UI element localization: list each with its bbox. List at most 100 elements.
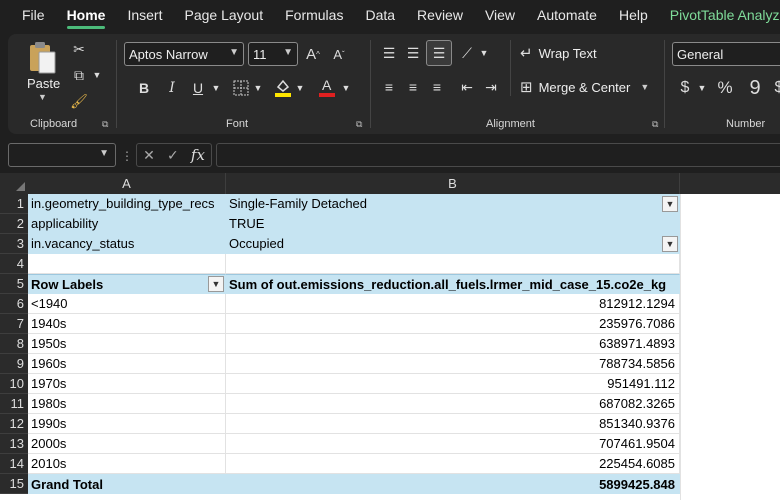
grand-total-label[interactable]: Grand Total — [28, 474, 226, 494]
row-label-cell[interactable]: 1970s — [28, 374, 226, 394]
row-header[interactable]: 2 — [0, 214, 28, 234]
underline-chevron-icon[interactable]: ▼ — [210, 76, 222, 100]
decrease-font-icon[interactable]: Aˇ — [328, 42, 350, 66]
format-painter-icon[interactable]: 🖌 — [68, 90, 90, 112]
bold-icon[interactable]: B — [134, 76, 154, 100]
select-all-button[interactable] — [0, 173, 28, 194]
formula-input[interactable] — [216, 143, 780, 167]
cancel-icon[interactable]: ✕ — [143, 147, 155, 164]
value-cell[interactable]: 638971.4893 — [226, 334, 680, 354]
merge-center-button[interactable]: ⊞ Merge & Center ▼ — [520, 78, 649, 96]
tab-insert[interactable]: Insert — [127, 7, 162, 23]
value-cell[interactable]: 788734.5856 — [226, 354, 680, 374]
column-header-b[interactable]: B — [226, 173, 680, 194]
row-labels-header[interactable]: Row Labels — [28, 274, 226, 294]
filter-icon[interactable]: ▼ — [662, 236, 678, 252]
paste-chevron-icon[interactable]: ▼ — [38, 92, 47, 102]
value-cell[interactable]: 707461.9504 — [226, 434, 680, 454]
row-label-cell[interactable]: 1950s — [28, 334, 226, 354]
tab-data[interactable]: Data — [365, 7, 395, 23]
row-header[interactable]: 11 — [0, 394, 28, 414]
orientation-chevron-icon[interactable]: ▼ — [478, 42, 490, 64]
filter-field-cell[interactable]: applicability — [28, 214, 226, 234]
align-right-icon[interactable]: ≡ — [426, 76, 448, 98]
tab-home[interactable]: Home — [66, 7, 105, 29]
filter-value-cell[interactable]: TRUE — [226, 214, 680, 234]
fill-color-icon[interactable] — [272, 74, 294, 100]
underline-icon[interactable]: U — [188, 76, 208, 100]
decrease-indent-icon[interactable]: ⇤ — [456, 76, 478, 98]
font-color-icon[interactable]: A — [316, 74, 338, 100]
font-color-chevron-icon[interactable]: ▼ — [340, 76, 352, 100]
row-label-cell[interactable]: 2010s — [28, 454, 226, 474]
wrap-text-button[interactable]: ↵ Wrap Text — [520, 44, 597, 62]
enter-icon[interactable]: ✓ — [167, 147, 179, 164]
tab-file[interactable]: File — [22, 7, 45, 23]
font-family-select[interactable]: Aptos Narrow ▼ — [124, 42, 244, 66]
borders-icon[interactable] — [230, 76, 252, 100]
align-center-icon[interactable]: ≡ — [402, 76, 424, 98]
increase-font-icon[interactable]: A ^ — [302, 42, 324, 66]
filter-value-cell[interactable]: Single-Family Detached — [226, 194, 680, 214]
alignment-launcher-icon[interactable]: ⧉ — [652, 119, 662, 129]
value-cell[interactable]: 225454.6085 — [226, 454, 680, 474]
align-top-icon[interactable]: ☰ — [378, 42, 400, 64]
paste-button[interactable] — [22, 38, 62, 78]
tab-help[interactable]: Help — [619, 7, 648, 23]
orientation-icon[interactable]: ⟋ — [456, 42, 478, 64]
filter-field-cell[interactable]: in.geometry_building_type_recs — [28, 194, 226, 214]
comma-style-icon[interactable]: 9 — [744, 76, 766, 100]
tab-pivottable-analyze[interactable]: PivotTable Analyze — [670, 7, 780, 23]
align-bottom-icon[interactable]: ☰ — [426, 40, 452, 66]
tab-formulas[interactable]: Formulas — [285, 7, 343, 23]
grand-total-value[interactable]: 5899425.848 — [226, 474, 680, 494]
borders-chevron-icon[interactable]: ▼ — [252, 76, 264, 100]
row-header[interactable]: 12 — [0, 414, 28, 434]
row-header[interactable]: 6 — [0, 294, 28, 314]
row-label-cell[interactable]: 1990s — [28, 414, 226, 434]
tab-view[interactable]: View — [485, 7, 515, 23]
cut-icon[interactable]: ✂ — [68, 38, 90, 60]
row-labels-dropdown-icon[interactable]: ▼ — [208, 276, 224, 292]
row-label-cell[interactable]: 2000s — [28, 434, 226, 454]
fill-chevron-icon[interactable]: ▼ — [294, 76, 306, 100]
empty-column[interactable] — [680, 194, 780, 500]
tab-automate[interactable]: Automate — [537, 7, 597, 23]
currency-icon[interactable]: $ — [674, 76, 696, 100]
filter-field-cell[interactable]: in.vacancy_status — [28, 234, 226, 254]
merge-chevron-icon[interactable]: ▼ — [640, 82, 649, 92]
font-size-select[interactable]: 11 ▼ — [248, 42, 298, 66]
empty-cell[interactable] — [226, 254, 680, 274]
row-header[interactable]: 1 — [0, 194, 28, 214]
row-header[interactable]: 10 — [0, 374, 28, 394]
row-label-cell[interactable]: 1940s — [28, 314, 226, 334]
percent-icon[interactable]: % — [714, 76, 736, 100]
column-header-a[interactable]: A — [28, 173, 226, 194]
increase-indent-icon[interactable]: ⇥ — [480, 76, 502, 98]
row-header[interactable]: 13 — [0, 434, 28, 454]
font-launcher-icon[interactable]: ⧉ — [356, 119, 366, 129]
more-options-icon[interactable]: ⋮ — [121, 149, 133, 163]
value-header[interactable]: Sum of out.emissions_reduction.all_fuels… — [226, 274, 680, 294]
row-header[interactable]: 7 — [0, 314, 28, 334]
row-header[interactable]: 14 — [0, 454, 28, 474]
row-header[interactable]: 9 — [0, 354, 28, 374]
copy-chevron-icon[interactable]: ▼ — [90, 64, 104, 86]
row-header[interactable]: 4 — [0, 254, 28, 274]
italic-icon[interactable]: I — [162, 76, 182, 100]
row-header[interactable]: 8 — [0, 334, 28, 354]
row-header[interactable]: 5 — [0, 274, 28, 294]
value-cell[interactable]: 687082.3265 — [226, 394, 680, 414]
copy-icon[interactable]: ⧉ — [68, 64, 90, 86]
row-label-cell[interactable]: <1940 — [28, 294, 226, 314]
row-label-cell[interactable]: 1980s — [28, 394, 226, 414]
value-cell[interactable]: 851340.9376 — [226, 414, 680, 434]
row-header[interactable]: 15 — [0, 474, 28, 494]
tab-page-layout[interactable]: Page Layout — [184, 7, 263, 23]
name-box[interactable]: ▼ — [8, 143, 116, 167]
accounting-icon[interactable]: $ — [772, 76, 780, 100]
empty-cell[interactable] — [28, 254, 226, 274]
value-cell[interactable]: 812912.1294 — [226, 294, 680, 314]
align-left-icon[interactable]: ≡ — [378, 76, 400, 98]
value-cell[interactable]: 951491.112 — [226, 374, 680, 394]
